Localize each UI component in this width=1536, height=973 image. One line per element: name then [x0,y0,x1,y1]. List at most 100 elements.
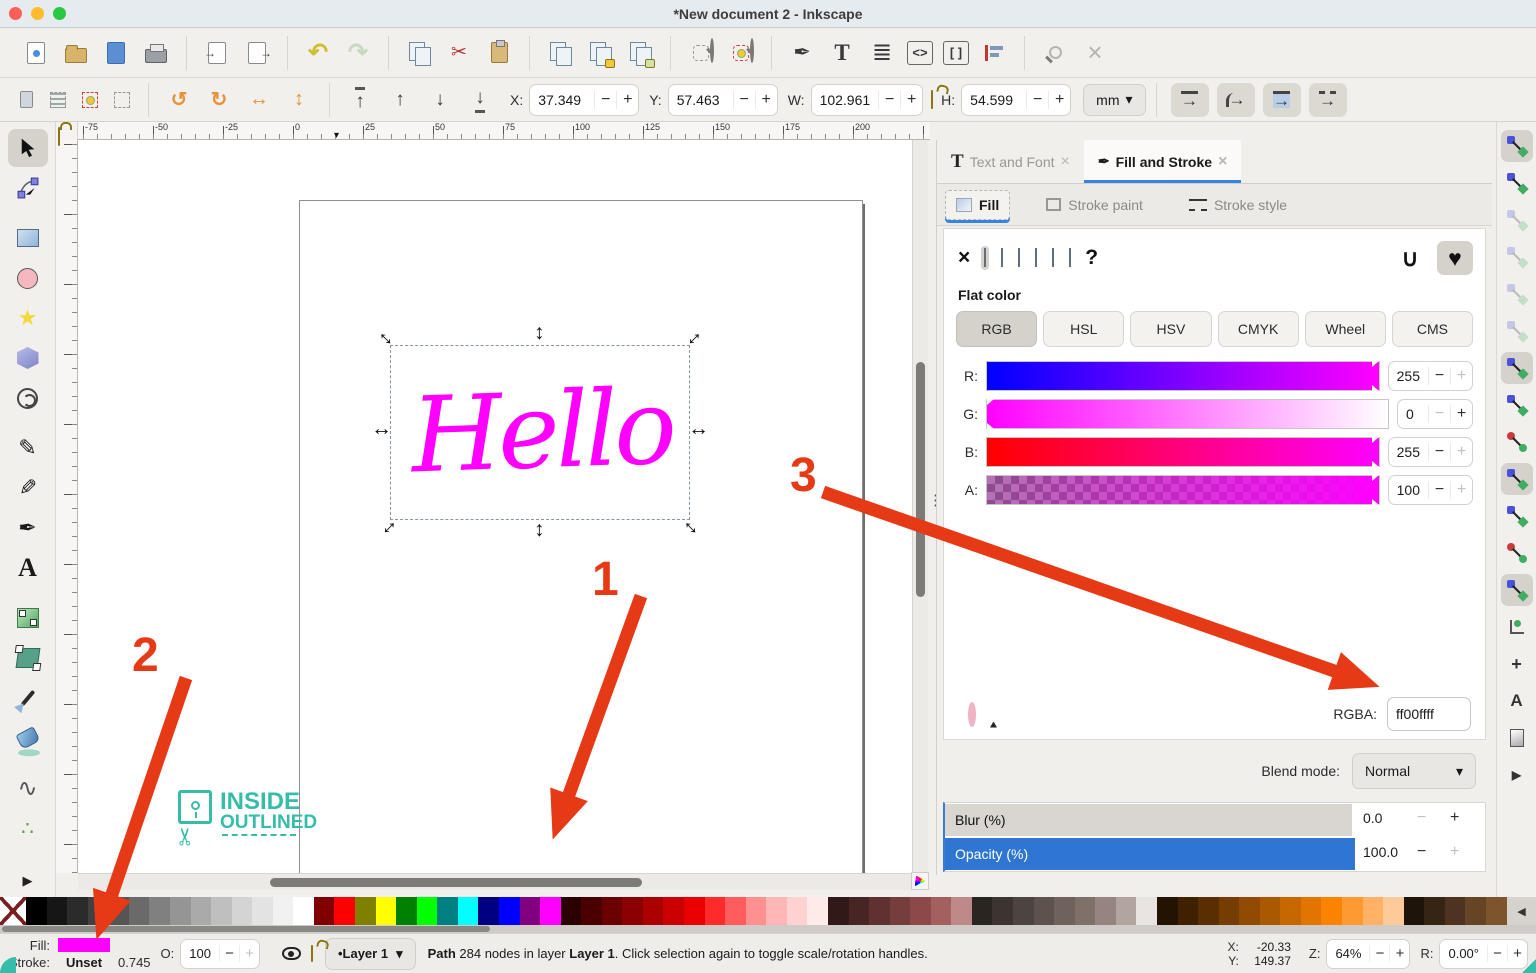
colorspace-tab-cms[interactable]: CMS [1391,311,1474,347]
scale-handle-w[interactable]: ↔ [371,418,392,439]
snap-page-border-icon[interactable] [1501,722,1533,754]
find-icon[interactable] [1040,38,1070,68]
slider-bar-r[interactable] [986,361,1380,391]
palette-swatch[interactable] [334,897,355,925]
canvas[interactable]: ✂ INSIDE OUTLINED Hello ↔ ↔ ↔ ↔ ↕ ↕ ↔ ↔ [78,140,912,873]
color-managed-view-icon[interactable] [911,872,929,890]
palette-swatch[interactable] [622,897,643,925]
palette-swatch[interactable] [1239,897,1260,925]
mesh-tool[interactable] [8,639,48,677]
palette-swatch[interactable] [889,897,911,925]
raise-to-top-icon[interactable]: ↑ [345,85,375,115]
select-all-layers-icon[interactable] [46,88,70,112]
scale-handle-e[interactable]: ↔ [688,418,709,439]
raise-icon[interactable]: ↑ [385,85,415,115]
palette-swatch[interactable] [190,897,212,925]
palette-swatch[interactable] [252,897,273,925]
palette-swatch[interactable] [848,897,870,925]
palette-swatch[interactable] [704,897,726,925]
fill-stroke-dialog-icon[interactable]: ✒ [787,38,817,68]
layers-dialog-icon[interactable]: ≣ [867,38,897,68]
scale-pattern-toggle[interactable]: → [1308,82,1347,117]
h-field[interactable]: 54.599− + [961,83,1072,116]
no-paint-button[interactable]: × [958,246,970,270]
colorspace-tab-hsl[interactable]: HSL [1043,311,1125,347]
palette-swatch[interactable] [1424,897,1445,925]
palette-swatch[interactable] [396,897,417,925]
palette-swatch[interactable] [1054,897,1075,925]
snap-cusp-nodes-icon[interactable] [1500,463,1533,495]
canvas-vertical-scrollbar[interactable] [912,140,928,873]
unknown-paint-icon[interactable]: ? [1085,246,1098,270]
snap-bbox-centers-icon[interactable] [1501,315,1533,347]
preferences-icon[interactable]: × [1080,37,1110,68]
lower-to-bottom-icon[interactable]: ↓ [465,85,495,115]
scale-corners-toggle[interactable]: → [1216,82,1255,117]
palette-swatch[interactable] [992,897,1013,925]
rotation-field[interactable]: 0.00° − + [1439,938,1528,969]
zoom-field[interactable]: 64% − + [1326,938,1411,969]
palette-swatch[interactable] [1218,897,1240,925]
palette-swatch[interactable] [26,897,47,925]
copy-icon[interactable] [404,38,434,68]
vertical-ruler[interactable] [56,140,78,873]
colorspace-tab-wheel[interactable]: Wheel [1304,311,1386,347]
pen-tool[interactable]: ✒ [8,509,48,547]
palette-swatch[interactable] [1156,897,1178,925]
palette-swatch[interactable] [1403,897,1425,925]
palette-swatch[interactable] [128,897,150,925]
opacity-minus[interactable]: − [1417,843,1426,861]
palette-swatch[interactable] [807,897,828,925]
rotate-cw-icon[interactable]: ↻ [204,85,234,115]
snap-text-baseline-icon[interactable]: A [1501,685,1533,717]
palette-swatch[interactable] [910,897,931,925]
palette-swatch[interactable] [1259,897,1281,925]
unlink-clone-icon[interactable] [625,38,655,68]
snap-toggle-icon[interactable] [1500,130,1533,162]
box3d-tool[interactable] [8,339,48,377]
rgba-input[interactable]: ff00ffff [1387,697,1471,731]
palette-swatch[interactable] [869,897,890,925]
colorspace-tab-rgb[interactable]: RGB [956,311,1038,347]
redo-icon[interactable]: ↷ [343,38,373,68]
select-same-icon[interactable] [78,88,102,112]
palette-swatch[interactable] [149,897,170,925]
palette-swatch[interactable] [1383,897,1404,925]
import-icon[interactable]: → [202,38,232,68]
palette-swatch[interactable] [293,897,314,925]
palette-swatch[interactable] [416,897,438,925]
object-opacity-field[interactable]: 100− + [180,938,260,969]
scale-stroke-toggle[interactable]: → [1170,82,1209,117]
slider-bar-a[interactable] [986,475,1380,505]
canvas-horizontal-scrollbar[interactable] [78,873,912,890]
palette-scrollbar[interactable] [0,925,1536,933]
palette-swatch[interactable] [457,897,479,925]
palette-swatch[interactable] [1300,897,1322,925]
tab-fill-and-stroke[interactable]: ✒ Fill and Stroke × [1083,140,1242,183]
scale-gradient-toggle[interactable]: → [1262,82,1301,117]
palette-swatch[interactable] [1485,897,1507,925]
blur-slider[interactable]: Blur (%) 0.0 − + [945,803,1485,837]
flip-vertical-icon[interactable]: ↕ [284,85,314,115]
palette-swatch[interactable] [87,897,109,925]
fill-rule-evenodd-button[interactable]: ∪ [1392,241,1428,275]
palette-swatch[interactable] [1115,897,1137,925]
opacity-plus[interactable]: + [1450,843,1459,861]
palette-swatch[interactable] [1362,897,1384,925]
slider-bar-g[interactable] [986,399,1389,429]
palette-swatch[interactable] [1095,897,1116,925]
new-document-icon[interactable] [21,38,51,68]
stroke-value[interactable]: Unset [58,955,110,970]
palette-swatch[interactable] [601,897,623,925]
spiral-tool[interactable] [8,379,48,417]
fill-rule-nonzero-button[interactable]: ♥ [1437,241,1473,275]
palette-swatch[interactable] [951,897,972,925]
snap-bounding-box-icon[interactable] [1501,167,1533,199]
palette-swatch[interactable] [478,897,499,925]
palette-swatch[interactable] [1198,897,1219,925]
palette-swatch[interactable] [745,897,767,925]
ruler-lock-icon[interactable] [58,127,60,146]
palette-swatch[interactable] [766,897,787,925]
layer-visibility-icon[interactable] [281,947,301,960]
scale-handle-n[interactable]: ↕ [534,322,545,343]
